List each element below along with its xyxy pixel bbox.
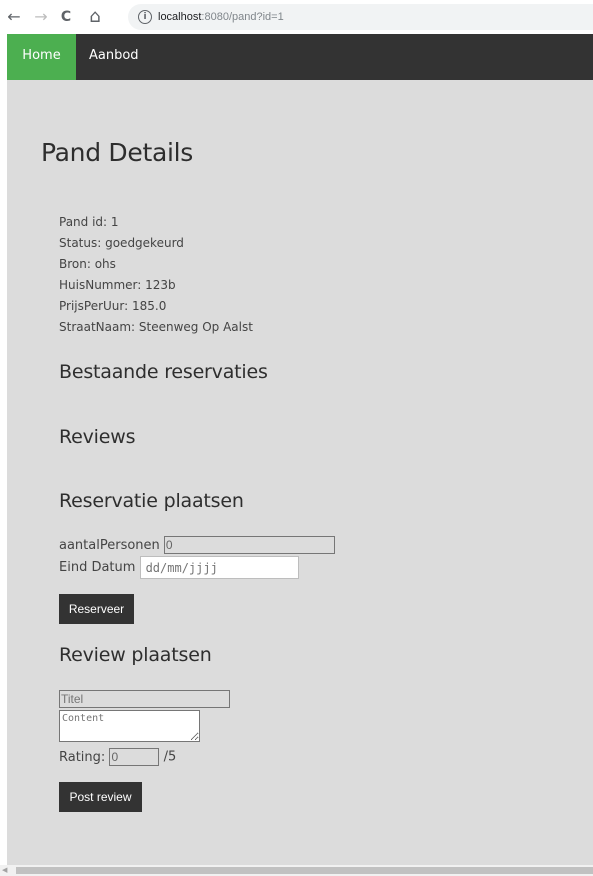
nav-home-link[interactable]: Home [7, 34, 76, 80]
section-heading-reservatie-plaatsen: Reservatie plaatsen [59, 490, 244, 512]
rating-row: Rating: /5 [59, 748, 176, 766]
url-host: localhost [158, 11, 202, 23]
review-content-textarea[interactable] [59, 710, 200, 742]
scroll-left-arrow-icon[interactable]: ◀ [2, 866, 7, 875]
site-info-icon[interactable]: i [138, 10, 152, 24]
section-heading-reviews: Reviews [59, 426, 136, 448]
detail-pand-id: Pand id: 1 [59, 215, 119, 229]
page-title: Pand Details [41, 138, 194, 167]
reload-icon[interactable]: C [55, 6, 77, 28]
aantal-personen-row: aantalPersonen [59, 536, 335, 554]
detail-bron: Bron: ohs [59, 257, 116, 271]
eind-datum-label: Eind Datum [59, 560, 136, 575]
browser-toolbar: ← → C ⌂ i localhost:8080/pand?id=1 [0, 0, 593, 34]
rating-input[interactable] [109, 748, 160, 766]
home-icon[interactable]: ⌂ [84, 6, 106, 28]
nav-aanbod-link[interactable]: Aanbod [89, 34, 139, 80]
horizontal-scrollbar[interactable]: ◀ [0, 865, 593, 876]
rating-label: Rating: [59, 749, 106, 765]
post-review-button[interactable]: Post review [59, 782, 142, 812]
url-path: :8080/pand?id=1 [201, 11, 284, 23]
detail-prijs-per-uur: PrijsPerUur: 185.0 [59, 299, 167, 313]
detail-status: Status: goedgekeurd [59, 236, 184, 250]
section-heading-review-plaatsen: Review plaatsen [59, 644, 212, 666]
top-navigation: Home Aanbod [7, 34, 593, 80]
rating-suffix: /5 [163, 749, 177, 765]
url-text[interactable]: localhost:8080/pand?id=1 [158, 9, 284, 25]
eind-datum-input[interactable] [139, 556, 299, 579]
section-heading-reservaties: Bestaande reservaties [59, 361, 268, 383]
address-bar[interactable]: i localhost:8080/pand?id=1 [128, 4, 593, 30]
aantal-personen-label: aantalPersonen [59, 537, 160, 553]
detail-huisnummer: HuisNummer: 123b [59, 278, 176, 292]
reserveer-button[interactable]: Reserveer [59, 594, 134, 624]
pand-details-list: Pand id: 1 Status: goedgekeurd Bron: ohs… [59, 212, 253, 338]
eind-datum-row: Eind Datum [59, 556, 299, 579]
review-title-input[interactable] [59, 690, 230, 708]
forward-arrow-icon[interactable]: → [30, 6, 52, 28]
back-arrow-icon[interactable]: ← [3, 6, 25, 28]
aantal-personen-input[interactable] [163, 536, 335, 554]
detail-straatnaam: StraatNaam: Steenweg Op Aalst [59, 320, 253, 334]
scrollbar-thumb[interactable] [16, 867, 593, 874]
main-content: Pand Details Pand id: 1 Status: goedgeke… [7, 80, 593, 865]
